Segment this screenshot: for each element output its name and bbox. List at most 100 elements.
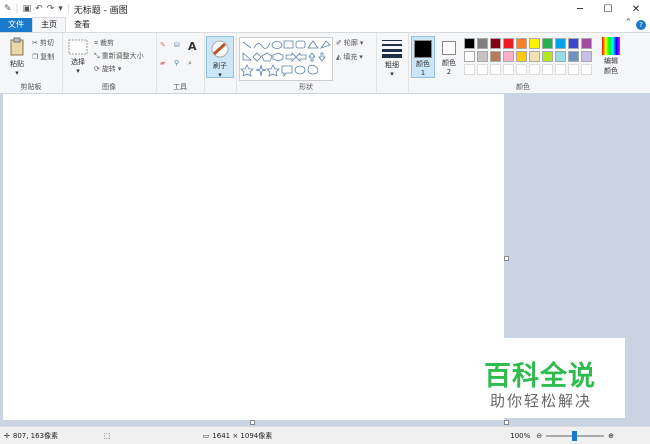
tab-file[interactable]: 文件 <box>0 18 32 32</box>
selection-size-icon: ⬚ <box>104 431 111 440</box>
image-size: 1641 × 1094像素 <box>212 431 273 440</box>
edit-colors-button[interactable]: 编辑颜色 <box>600 37 622 76</box>
custom-color-swatch[interactable] <box>464 64 475 75</box>
cursor-position: 807, 163像素 <box>12 431 59 440</box>
resize-handle-right[interactable] <box>504 256 509 261</box>
paste-icon <box>10 37 24 56</box>
ribbon: 粘贴 ▾ ✂ 剪切 ❐ 复制 剪贴板 选择 ▾ ⌗ 裁剪 ⤡ 重新调整大小 ⟳ … <box>0 32 650 94</box>
zoom-in-button[interactable]: ⊕ <box>608 432 614 440</box>
color-swatch[interactable] <box>516 51 527 62</box>
shapes-gallery[interactable] <box>239 37 333 81</box>
color-swatch[interactable] <box>568 38 579 49</box>
copy-button[interactable]: ❐ 复制 <box>32 52 54 62</box>
pencil-button[interactable]: ✎ <box>160 41 166 49</box>
copy-label: 复制 <box>40 53 55 61</box>
scissors-icon: ✂ <box>32 39 38 47</box>
clipboard-group: 粘贴 ▾ ✂ 剪切 ❐ 复制 剪贴板 <box>0 33 63 93</box>
size-button[interactable]: 粗细 ▾ <box>379 38 405 78</box>
resize-handle-bottom[interactable] <box>250 420 255 425</box>
tab-view[interactable]: 查看 <box>66 18 98 32</box>
resize-button[interactable]: ⤡ 重新调整大小 <box>94 51 144 61</box>
save-icon[interactable]: ▣ <box>23 4 32 14</box>
image-size-icon: ▭ <box>202 431 210 440</box>
custom-color-swatch[interactable] <box>555 64 566 75</box>
color1-swatch <box>414 40 432 58</box>
title-bar: ✎ | ▣ ↶ ↷ ▾ | 无标题 - 画图 ─ ☐ ✕ <box>0 0 650 18</box>
resize-handle-corner[interactable] <box>504 420 509 425</box>
color-swatch[interactable] <box>529 38 540 49</box>
crop-icon: ⌗ <box>94 38 98 47</box>
fill-label: 填充 <box>343 53 358 61</box>
custom-color-swatch[interactable] <box>568 64 579 75</box>
color-swatch[interactable] <box>581 38 592 49</box>
color1-button[interactable]: 颜色 1 <box>411 36 435 78</box>
eyedropper-icon: ⚲ <box>174 59 180 67</box>
color-swatch[interactable] <box>542 38 553 49</box>
color-swatch[interactable] <box>581 51 592 62</box>
text-button[interactable]: A <box>188 40 197 53</box>
eraser-button[interactable]: ▰ <box>160 59 165 67</box>
close-button[interactable]: ✕ <box>622 0 650 18</box>
zoom-slider[interactable] <box>546 430 605 441</box>
zoom-out-button[interactable]: ⊖ <box>536 432 542 440</box>
color-picker-button[interactable]: ⚲ <box>174 59 179 67</box>
magnifier-button[interactable]: ⌕ <box>188 59 192 68</box>
outline-button[interactable]: ✐ 轮廓 ▾ <box>336 38 363 48</box>
cut-button[interactable]: ✂ 剪切 <box>32 38 54 48</box>
rotate-label: 旋转 <box>101 65 116 73</box>
crop-button[interactable]: ⌗ 裁剪 <box>94 38 114 48</box>
size-label: 粗细 <box>385 61 399 69</box>
text-tool-icon: A <box>188 40 197 53</box>
paste-button[interactable]: 粘贴 ▾ <box>5 37 29 77</box>
custom-color-swatch[interactable] <box>490 64 501 75</box>
magnifier-icon: ⌕ <box>188 59 192 67</box>
select-button[interactable]: 选择 ▾ <box>66 39 90 75</box>
maximize-button[interactable]: ☐ <box>594 0 622 18</box>
pencil-icon: ✎ <box>160 41 166 49</box>
color-swatch[interactable] <box>464 38 475 49</box>
color2-button[interactable]: 颜色 2 <box>437 36 461 76</box>
color-swatch[interactable] <box>490 38 501 49</box>
color-swatch[interactable] <box>490 51 501 62</box>
quick-access-toolbar: ✎ | ▣ ↶ ↷ ▾ | <box>0 4 70 14</box>
redo-icon[interactable]: ↷ <box>47 4 55 14</box>
custom-color-swatch[interactable] <box>477 64 488 75</box>
help-icon[interactable]: ? <box>636 20 646 30</box>
color-swatch[interactable] <box>555 51 566 62</box>
watermark-title: 百科全说 <box>484 361 596 392</box>
watermark-subtitle: 助你轻松解决 <box>490 392 593 410</box>
color-swatch[interactable] <box>542 51 553 62</box>
minimize-button[interactable]: ─ <box>566 0 594 18</box>
color-swatch[interactable] <box>503 51 514 62</box>
bucket-icon: ⛁ <box>174 41 180 49</box>
color-swatch[interactable] <box>464 51 475 62</box>
collapse-ribbon-icon[interactable]: ⌃ <box>624 18 632 28</box>
fill-button[interactable]: ⛁ <box>174 41 180 49</box>
customize-quick-access-icon[interactable]: ▾ <box>58 4 63 14</box>
undo-icon[interactable]: ↶ <box>35 4 43 14</box>
brushes-button[interactable]: 刷子 ▾ <box>206 36 234 79</box>
custom-color-swatch[interactable] <box>581 64 592 75</box>
zoom-slider-thumb[interactable] <box>572 430 578 441</box>
custom-color-swatch[interactable] <box>529 64 540 75</box>
fill-shape-button[interactable]: ◭ 填充 ▾ <box>336 52 363 62</box>
color-swatch[interactable] <box>516 38 527 49</box>
tab-home[interactable]: 主页 <box>32 17 66 32</box>
status-bar: ✛ 807, 163像素 ⬚ ▭ 1641 × 1094像素 100% ⊖ ⊕ <box>0 426 650 444</box>
custom-color-swatch[interactable] <box>516 64 527 75</box>
edit-colors-label: 编辑颜色 <box>604 57 618 75</box>
color-swatch[interactable] <box>503 38 514 49</box>
brushes-group: 刷子 ▾ <box>204 33 237 93</box>
color-swatch[interactable] <box>568 51 579 62</box>
color-swatch[interactable] <box>555 38 566 49</box>
brush-icon <box>211 40 229 58</box>
custom-color-swatch[interactable] <box>542 64 553 75</box>
color-swatch[interactable] <box>529 51 540 62</box>
color-swatch[interactable] <box>477 38 488 49</box>
drawing-canvas[interactable] <box>3 94 504 420</box>
rotate-button[interactable]: ⟳ 旋转 ▾ <box>94 64 121 74</box>
color-swatch[interactable] <box>477 51 488 62</box>
custom-color-swatch[interactable] <box>503 64 514 75</box>
outline-icon: ✐ <box>336 39 342 47</box>
rainbow-icon <box>602 37 620 55</box>
